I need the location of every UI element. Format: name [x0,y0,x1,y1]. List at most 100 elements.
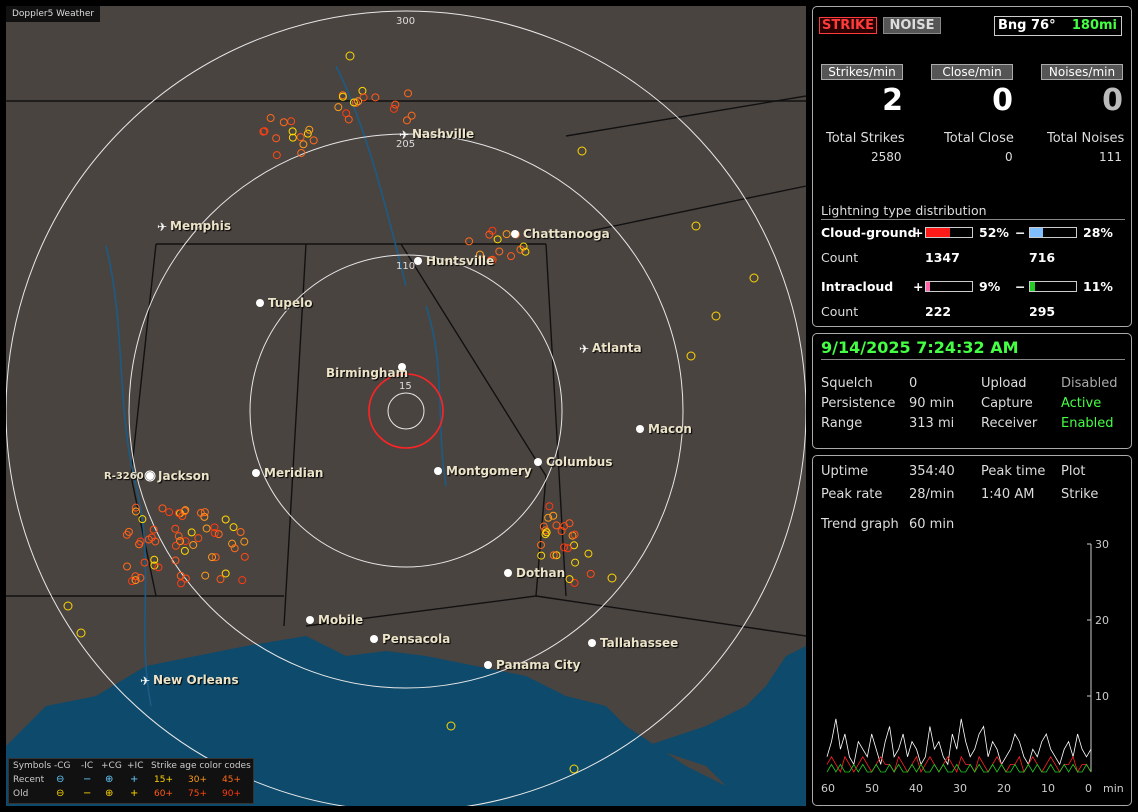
strike-marker [749,273,759,283]
city-label-mobile: Mobile [318,613,364,627]
strike-marker [165,508,174,517]
plot-value[interactable]: Strike [1061,487,1098,502]
trend-y-tick-label: 20 [1095,614,1109,627]
strike-marker [542,528,551,537]
strike-marker [279,118,288,127]
city-label-tupelo: Tupelo [268,296,313,310]
noise-mode-button[interactable]: NOISE [883,17,941,34]
trend-panel: Uptime 354:40 Peak time Plot Peak rate 2… [812,455,1132,806]
peak-rate-value: 28/min [909,487,955,502]
age-90: 90+ [222,789,241,799]
strike-marker [552,521,561,530]
ic-neg-count: 295 [1029,304,1056,319]
state-border [305,243,547,627]
strike-marker [296,133,305,142]
strike-marker [76,628,86,638]
ic-neg-sign: − [1015,279,1026,294]
range-label: Range [821,416,863,431]
noises-per-min-tab[interactable]: Noises/min [1041,64,1123,80]
app-tag: Doppler5 Weather [6,6,101,22]
strike-marker [221,569,230,578]
ic-neg-old-icon: − [83,788,92,799]
receiver-label: Receiver [981,416,1038,431]
strike-marker [389,104,398,113]
strike-marker [297,148,306,157]
strike-mode-button[interactable]: STRIKE [819,17,877,34]
age-15: 15+ [154,775,173,785]
strikes-per-min-value: 2 [882,83,903,118]
strike-marker [570,530,579,539]
airport-icon: ✈ [140,674,150,688]
river [425,305,447,487]
plot-label: Plot [1061,464,1086,479]
trend-graph-label: Trend graph [821,517,899,532]
strike-marker [154,563,163,572]
uptime-value: 354:40 [909,464,955,479]
airport-icon: ✈ [157,220,167,234]
strike-marker [571,558,580,567]
city-dot [504,569,512,577]
close-per-min-tab[interactable]: Close/min [931,64,1013,80]
strike-marker [404,89,413,98]
ic-pos-recent-icon: + [130,774,139,785]
strike-marker [140,558,149,567]
strike-marker [586,569,595,578]
city-label-tallahassee: Tallahassee [600,636,679,650]
range-value: 313 mi [909,416,955,431]
strike-marker [171,541,180,550]
city-dot [146,472,154,480]
trend-x-tick-label: 20 [997,782,1011,795]
peak-time-value: 1:40 AM [981,487,1035,502]
city-label-huntsville: Huntsville [426,254,495,268]
strike-marker [507,252,516,261]
strike-marker [334,103,343,112]
cg-neg-sign: − [1015,225,1026,240]
total-strikes-value: 2580 [871,150,902,164]
trend-x-tick-label: 30 [953,782,967,795]
strike-marker [216,575,225,584]
strike-marker [577,146,587,156]
ic-neg-recent-icon: − [83,774,92,785]
age-75: 75+ [188,789,207,799]
city-dot [414,257,422,265]
strike-marker [180,546,189,555]
trend-x-tick-label: 0 [1085,782,1092,795]
strike-marker [189,540,198,549]
total-noises-value: 111 [1099,150,1122,164]
strike-marker [229,523,238,532]
strike-marker [240,552,249,561]
ring-label-300: 300 [396,16,416,27]
persistence-value: 90 min [909,396,955,411]
distribution-title: Lightning type distribution [821,203,1125,220]
receiver-value: Enabled [1061,416,1114,431]
peak-time-label: Peak time [981,464,1046,479]
inner-ring [387,392,425,430]
lightning-map[interactable]: ✈ ✈ ✈ ✈ Doppler5 Weather 300 205 110 15 Nas… [6,6,806,806]
strike-marker [171,524,180,533]
strike-marker [221,515,230,524]
ic-neg-fill [1030,282,1036,291]
strikes-per-min-tab[interactable]: Strikes/min [821,64,903,80]
trend-graph-value: 60 min [909,517,955,532]
age-60: 60+ [154,789,173,799]
strike-marker [686,351,696,361]
river [335,65,407,287]
city-label-birmingham: Birmingham [326,366,409,380]
city-dot [256,299,264,307]
cg-pos-old-icon: ⊕ [105,788,114,799]
city-label-atlanta: Atlanta [592,341,642,355]
total-noises-label: Total Noises [1047,131,1125,146]
strike-marker [177,579,186,588]
city-label-new-orleans: New Orleans [153,673,239,687]
ic-pos-sign: + [913,279,924,294]
strike-marker [123,562,132,571]
ring-label-15: 15 [399,381,412,392]
state-border [565,95,806,137]
strike-marker [407,111,416,120]
city-dot [370,635,378,643]
noises-per-min-value: 0 [1102,83,1123,118]
strike-marker [201,571,210,580]
strike-marker [272,134,281,143]
cg-neg-pct: 28% [1083,225,1113,240]
city-label-macon: Macon [648,422,692,436]
